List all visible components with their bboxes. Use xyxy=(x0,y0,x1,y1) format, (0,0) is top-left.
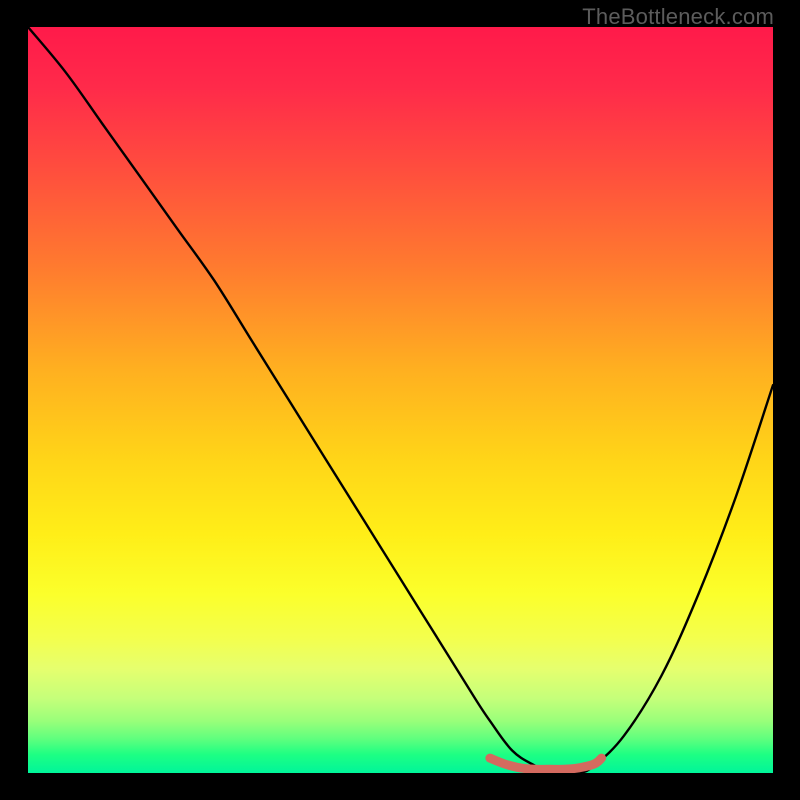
bottleneck-curve-line xyxy=(28,27,773,773)
chart-container: TheBottleneck.com xyxy=(0,0,800,800)
chart-svg xyxy=(28,27,773,773)
plot-area xyxy=(28,27,773,773)
optimal-range-marker-line xyxy=(490,758,602,769)
